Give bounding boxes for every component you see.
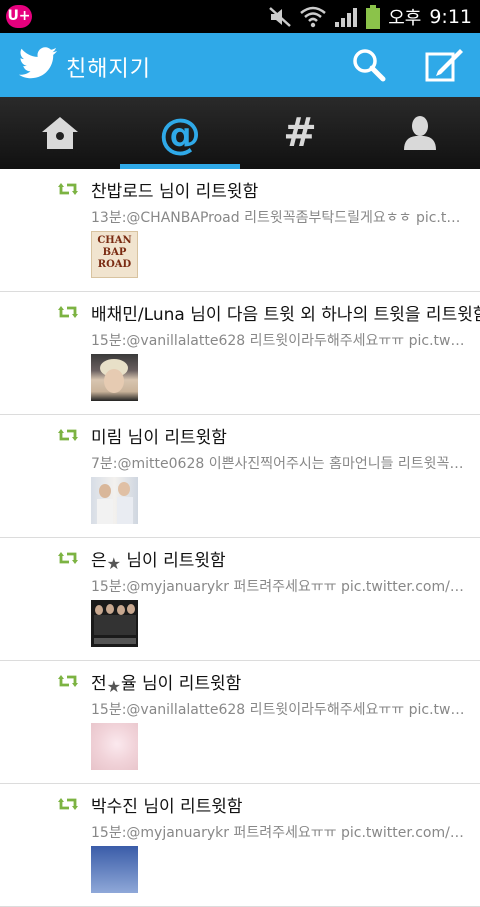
retweet-headline: 미림 님이 리트윗함 — [91, 428, 227, 448]
list-item[interactable]: 미림 님이 리트윗함 7분:@mitte0628 이쁜사진찍어주시는 홈마언니들… — [0, 415, 480, 538]
list-item[interactable]: 은★ 님이 리트윗함 15분:@myjanuarykr 퍼트려주세요ㅠㅠ pic… — [0, 538, 480, 661]
app-title: 친해지기 — [66, 57, 151, 82]
retweet-headline: 배채민/Luna 님이 다음 트윗 외 하나의 트윗을 리트윗함 — [91, 305, 480, 325]
retweet-suffix: 율 님이 리트윗함 — [120, 674, 242, 694]
tab-home[interactable] — [0, 97, 120, 169]
search-icon — [353, 49, 386, 82]
compose-button[interactable] — [420, 41, 468, 89]
tweet-list[interactable]: 찬밥로드 님이 리트윗함 13분:@CHANBAProad 리트윗꼭좀부탁드릴게… — [0, 169, 480, 907]
star-icon: ★ — [106, 677, 121, 696]
photo-thumbnail — [100, 359, 128, 393]
hashtag-icon: # — [283, 110, 317, 156]
list-item[interactable]: 찬밥로드 님이 리트윗함 13분:@CHANBAProad 리트윗꼭좀부탁드릴게… — [0, 169, 480, 292]
tab-discover[interactable]: # — [240, 97, 360, 169]
retweet-headline: 은★ 님이 리트윗함 — [91, 546, 226, 573]
tab-mentions[interactable]: @ — [120, 97, 240, 169]
list-item[interactable]: 배채민/Luna 님이 다음 트윗 외 하나의 트윗을 리트윗함 15분:@va… — [0, 292, 480, 415]
retweet-icon — [58, 183, 78, 195]
signal-icon — [335, 7, 358, 27]
carrier-logo: U+ — [6, 5, 32, 28]
tweet-thumbnail[interactable] — [91, 600, 138, 647]
tweet-preview: 15분:@vanillalatte628 리트윗이라두해주세요ㅠㅠ pic.tw… — [91, 702, 466, 718]
thumbnail-text: ROAD — [97, 259, 132, 270]
photo-thumbnail — [97, 482, 133, 524]
retweet-icon — [58, 798, 78, 810]
star-icon: ★ — [106, 554, 121, 573]
tweet-preview: 13분:@CHANBAProad 리트윗꼭좀부탁드릴게요ㅎㅎ pic.twitt… — [91, 210, 466, 226]
photo-thumbnail — [94, 604, 136, 644]
tweet-preview: 15분:@myjanuarykr 퍼트려주세요ㅠㅠ pic.twitter.co… — [91, 825, 466, 841]
clock: 9:11 — [429, 5, 472, 28]
list-item[interactable]: 전★율 님이 리트윗함 15분:@vanillalatte628 리트윗이라두해… — [0, 661, 480, 784]
search-button[interactable] — [345, 41, 393, 89]
thumbnail-text: BAP — [102, 247, 127, 258]
tweet-preview: 15분:@myjanuarykr 퍼트려주세요ㅠㅠ pic.twitter.co… — [91, 579, 466, 595]
status-bar: U+ 오후 9:11 — [0, 0, 480, 33]
tweet-thumbnail[interactable] — [91, 723, 138, 770]
status-icons: 오후 9:11 — [268, 0, 472, 33]
retweet-headline: 찬밥로드 님이 리트윗함 — [91, 182, 259, 202]
tab-bar: @ # — [0, 97, 480, 169]
wifi-icon — [300, 6, 327, 27]
retweet-icon — [58, 552, 78, 564]
at-icon: @ — [159, 108, 201, 158]
person-icon — [404, 116, 436, 150]
thumbnail-text: CHAN — [97, 235, 132, 246]
tweet-thumbnail[interactable] — [91, 846, 138, 893]
tweet-preview: 7분:@mitte0628 이쁜사진찍어주시는 홈마언니들 리트윗꼭부탁드려요 — [91, 456, 466, 472]
retweet-suffix: 님이 리트윗함 — [120, 551, 226, 571]
battery-icon — [366, 4, 381, 29]
retweeter-name: 전 — [91, 674, 107, 694]
twitter-bird-icon[interactable] — [18, 47, 58, 85]
tab-me[interactable] — [360, 97, 480, 169]
mute-icon — [269, 6, 292, 27]
tweet-preview: 15분:@vanillalatte628 리트윗이라두해주세요ㅠㅠ pic.tw… — [91, 333, 466, 349]
retweet-icon — [58, 306, 78, 318]
app-bar: 친해지기 — [0, 33, 480, 97]
tweet-thumbnail[interactable] — [91, 354, 138, 401]
retweet-headline: 박수진 님이 리트윗함 — [91, 797, 243, 817]
tweet-thumbnail[interactable]: CHAN BAP ROAD — [91, 231, 138, 278]
compose-icon — [425, 49, 463, 82]
list-item[interactable]: 박수진 님이 리트윗함 15분:@myjanuarykr 퍼트려주세요ㅠㅠ pi… — [0, 784, 480, 907]
retweet-icon — [58, 675, 78, 687]
tweet-thumbnail[interactable] — [91, 477, 138, 524]
retweet-icon — [58, 429, 78, 441]
retweeter-name: 은 — [91, 551, 107, 571]
time-ampm: 오후 — [388, 7, 422, 29]
home-icon — [42, 117, 78, 149]
retweet-headline: 전★율 님이 리트윗함 — [91, 669, 241, 696]
